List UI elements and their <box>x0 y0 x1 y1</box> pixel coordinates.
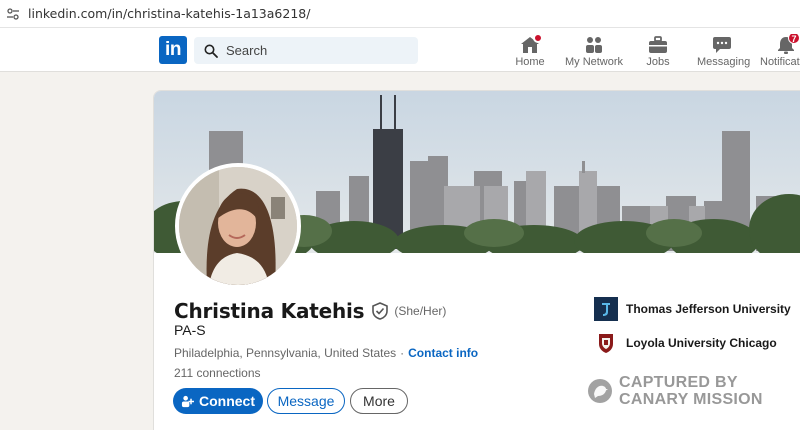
nav-home[interactable]: Home <box>510 33 550 70</box>
briefcase-icon <box>649 36 667 53</box>
nav-my-network[interactable]: My Network <box>563 34 625 70</box>
site-settings-icon[interactable] <box>6 7 20 21</box>
nav-messaging[interactable]: Messaging <box>697 34 751 70</box>
profile-location: Philadelphia, Pennsylvania, United State… <box>174 346 397 360</box>
nav-jobs-label: Jobs <box>646 56 670 68</box>
profile-photo <box>179 167 297 285</box>
top-nav: in Search Home My Network Jobs Messaging… <box>0 28 800 72</box>
nav-my-network-label: My Network <box>564 56 624 68</box>
linkedin-logo[interactable]: in <box>159 36 187 64</box>
nav-home-label: Home <box>515 56 545 68</box>
connect-button-label: Connect <box>199 393 255 409</box>
connections-count[interactable]: 211 connections <box>174 366 261 380</box>
location-separator: · <box>400 346 405 360</box>
nav-jobs[interactable]: Jobs <box>640 34 676 70</box>
search-bar[interactable]: Search <box>194 37 418 64</box>
message-button[interactable]: Message <box>267 388 345 414</box>
watermark-line-1: CAPTURED BY <box>619 374 738 391</box>
more-button[interactable]: More <box>350 388 408 414</box>
chat-icon <box>713 37 731 53</box>
url-text[interactable]: linkedin.com/in/christina-katehis-1a13a6… <box>28 6 310 21</box>
contact-info-link[interactable]: Contact info <box>408 346 478 360</box>
canary-bird-icon <box>588 379 612 403</box>
education-item-jefferson[interactable]: Thomas Jefferson University <box>594 297 791 321</box>
profile-avatar[interactable] <box>175 163 301 289</box>
connect-button[interactable]: Connect <box>173 388 263 414</box>
notification-count-badge: 7 <box>788 34 800 44</box>
profile-name-row: Christina Katehis (She/Her) <box>174 299 446 323</box>
pronouns: (She/Her) <box>394 304 447 318</box>
search-input[interactable]: Search <box>226 43 267 58</box>
browser-address-bar[interactable]: linkedin.com/in/christina-katehis-1a13a6… <box>0 0 800 28</box>
home-notification-dot <box>533 33 543 43</box>
nav-messaging-label: Messaging <box>697 56 751 68</box>
jefferson-logo <box>594 297 618 321</box>
profile-headline: PA-S <box>174 322 206 338</box>
verified-shield-icon[interactable] <box>372 302 389 320</box>
search-icon <box>204 44 218 58</box>
add-person-icon <box>181 395 194 407</box>
education-name: Loyola University Chicago <box>626 336 777 350</box>
profile-card: Christina Katehis (She/Her) PA-S Philade… <box>153 90 800 430</box>
canary-mission-watermark: CAPTURED BY CANARY MISSION <box>587 374 763 408</box>
education-name: Thomas Jefferson University <box>626 302 791 316</box>
watermark-line-2: CANARY MISSION <box>619 391 763 408</box>
education-item-loyola[interactable]: Loyola University Chicago <box>594 331 777 355</box>
profile-name: Christina Katehis <box>174 299 365 323</box>
location-row: Philadelphia, Pennsylvania, United State… <box>174 346 478 360</box>
nav-notifications-label: Notifications <box>760 56 800 68</box>
nav-notifications[interactable]: 7 Notifications <box>758 34 800 70</box>
loyola-logo <box>594 331 618 355</box>
people-icon <box>586 37 602 53</box>
